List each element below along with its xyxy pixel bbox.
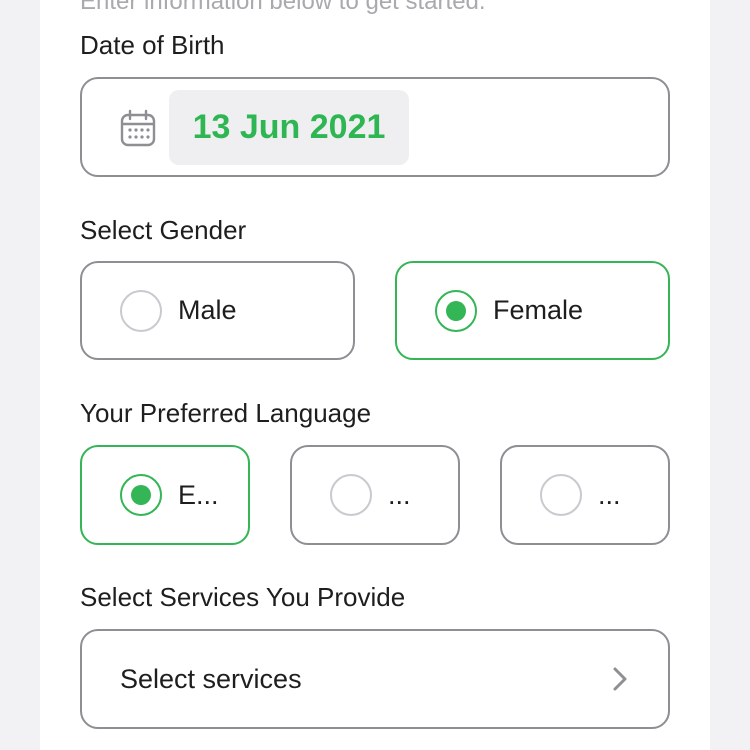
services-select[interactable]: Select services (80, 629, 670, 729)
intro-text: Enter information below to get started. (80, 0, 486, 15)
language-label: Your Preferred Language (80, 398, 372, 428)
language-radio-2[interactable] (330, 474, 372, 516)
gender-label: Select Gender (80, 215, 247, 245)
chevron-right-icon (613, 667, 627, 691)
language-option-1[interactable]: E... (80, 445, 250, 545)
language-option-2[interactable]: ... (290, 445, 460, 545)
language-option-2-label: ... (388, 479, 411, 510)
services-label: Select Services You Provide (80, 582, 406, 612)
female-radio[interactable] (435, 289, 477, 332)
services-placeholder: Select services (120, 663, 302, 694)
dob-label: Date of Birth (80, 30, 225, 60)
language-radio-3[interactable] (540, 474, 582, 516)
language-radio-1[interactable] (120, 474, 162, 516)
gender-option-male[interactable]: Male (80, 261, 355, 360)
male-radio[interactable] (120, 289, 162, 332)
language-option-1-label: E... (178, 479, 219, 510)
gender-option-female[interactable]: Female (395, 261, 670, 360)
calendar-icon (120, 109, 156, 147)
dob-field[interactable]: 13 Jun 2021 (80, 77, 670, 177)
language-option-3-label: ... (598, 479, 621, 510)
language-option-3[interactable]: ... (500, 445, 670, 545)
male-label: Male (178, 295, 237, 325)
dob-value[interactable]: 13 Jun 2021 (169, 90, 409, 165)
female-label: Female (493, 295, 584, 325)
